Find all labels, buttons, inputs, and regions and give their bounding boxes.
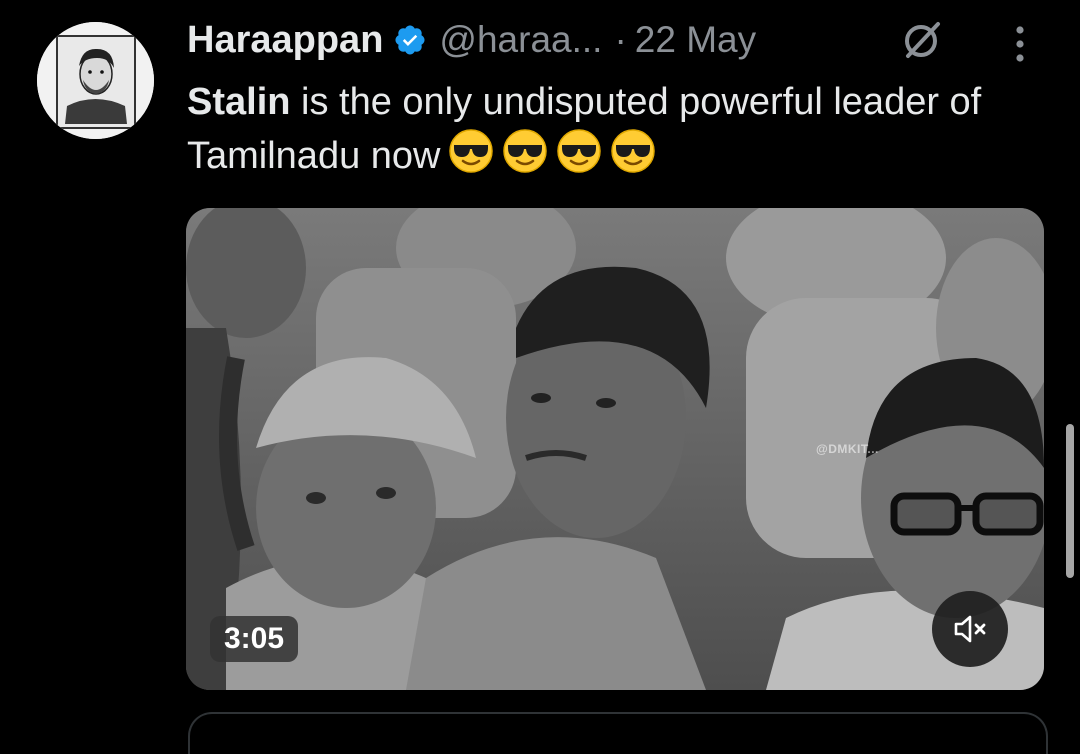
emoji-row bbox=[440, 128, 656, 174]
sunglasses-emoji-icon bbox=[610, 128, 656, 174]
more-vertical-icon[interactable] bbox=[1006, 22, 1034, 66]
avatar[interactable] bbox=[37, 22, 154, 139]
next-card-edge bbox=[188, 712, 1048, 754]
sunglasses-emoji-icon bbox=[448, 128, 494, 174]
author-handle[interactable]: @haraa... bbox=[439, 19, 602, 61]
video-watermark: @DMKIT... bbox=[816, 442, 879, 456]
video-frame bbox=[186, 208, 1044, 690]
tweet-header: Haraappan @haraa... · 22 May bbox=[187, 14, 756, 66]
tweet-text: Stalin is the only undisputed powerful l… bbox=[187, 76, 1007, 182]
video-duration-badge: 3:05 bbox=[210, 616, 299, 662]
author-display-name[interactable]: Haraappan bbox=[187, 19, 383, 62]
sunglasses-emoji-icon bbox=[556, 128, 602, 174]
video-player[interactable]: @DMKIT... 3:05 bbox=[186, 208, 1044, 690]
verified-badge-icon[interactable] bbox=[393, 23, 427, 57]
separator-dot: · bbox=[614, 19, 627, 60]
mute-button[interactable] bbox=[932, 591, 1008, 667]
grok-slash-icon[interactable] bbox=[900, 18, 944, 62]
tweet-text-bold: Stalin bbox=[187, 81, 291, 123]
speaker-muted-icon bbox=[954, 615, 986, 643]
scrollbar-thumb[interactable] bbox=[1066, 424, 1074, 578]
tweet-date[interactable]: 22 May bbox=[635, 19, 756, 61]
profile-photo bbox=[37, 22, 154, 139]
sunglasses-emoji-icon bbox=[502, 128, 548, 174]
